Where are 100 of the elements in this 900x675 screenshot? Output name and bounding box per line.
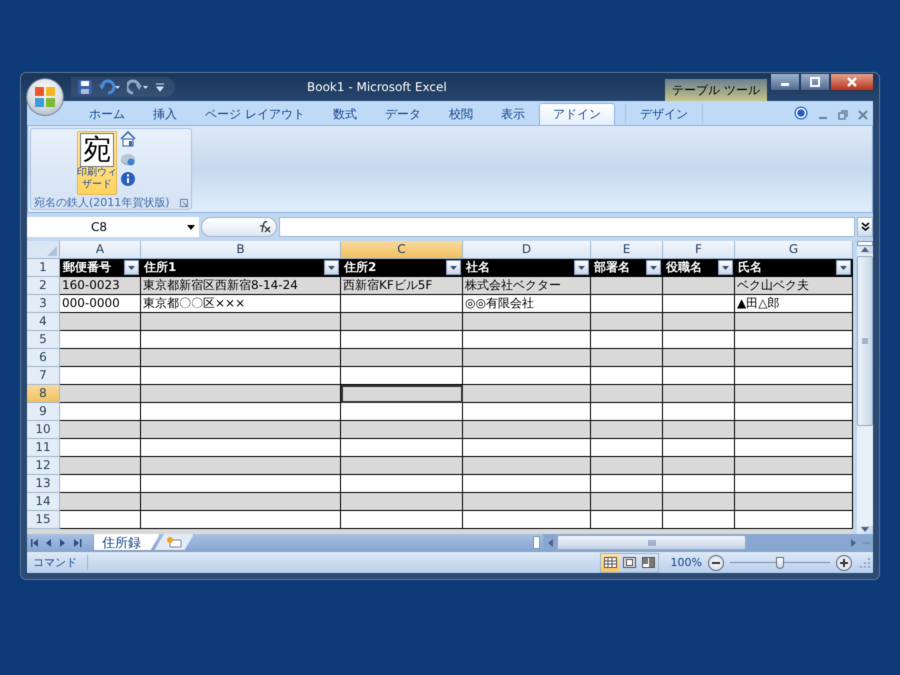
customize-caret-icon[interactable]: [155, 82, 165, 92]
split-handle[interactable]: [533, 536, 540, 549]
column-header[interactable]: G: [735, 241, 853, 259]
table-cell: 東京都〇〇区×××: [141, 295, 341, 313]
table-cell: [591, 439, 663, 457]
row-header[interactable]: 7: [27, 367, 60, 385]
grip-icon: [862, 338, 868, 344]
table-cell: [591, 511, 663, 529]
dialog-launcher-icon[interactable]: [180, 198, 188, 206]
save-icon[interactable]: [77, 79, 93, 95]
filter-dropdown-button[interactable]: [574, 260, 589, 275]
row-header[interactable]: 6: [27, 349, 60, 367]
redo-icon[interactable]: [127, 79, 149, 95]
formula-input[interactable]: [279, 217, 855, 237]
office-button[interactable]: [27, 79, 63, 115]
filter-dropdown-button[interactable]: [718, 260, 733, 275]
filter-dropdown-button[interactable]: [646, 260, 661, 275]
caret-icon: [722, 266, 729, 270]
insert-function-button[interactable]: [201, 217, 277, 237]
table-cell: ベク山ベク夫: [735, 277, 853, 295]
help-icon[interactable]: [794, 106, 808, 120]
up-arrow-icon: [861, 247, 869, 252]
table-cell: [663, 475, 735, 493]
column-header[interactable]: B: [141, 241, 341, 259]
grip-icon: [648, 540, 656, 546]
restore-icon[interactable]: [838, 110, 848, 120]
ribbon-tab[interactable]: データ: [370, 103, 435, 125]
table-cell: [663, 331, 735, 349]
row-header[interactable]: 3: [27, 295, 60, 313]
zoom-in-button[interactable]: [836, 554, 852, 570]
row-header[interactable]: 15: [27, 511, 60, 529]
ribbon-tab[interactable]: アドイン: [538, 103, 615, 125]
table-cell: ▲田△郎: [735, 295, 853, 313]
minimize-button[interactable]: [770, 73, 800, 91]
table-cell: [591, 403, 663, 421]
zoom-slider-thumb[interactable]: [776, 556, 784, 568]
close-icon[interactable]: [858, 110, 868, 120]
zoom-out-button[interactable]: [708, 554, 724, 570]
name-box[interactable]: C8: [27, 217, 199, 237]
row-header[interactable]: 4: [27, 313, 60, 331]
table-header-cell: 氏名: [738, 259, 762, 276]
column-header[interactable]: A: [60, 241, 141, 259]
resize-grip-icon[interactable]: [860, 558, 870, 568]
window-title: Book1 - Microsoft Excel: [307, 80, 447, 94]
row-header[interactable]: 10: [27, 421, 60, 439]
dropdown-caret-icon[interactable]: [187, 224, 195, 230]
table-cell: [663, 313, 735, 331]
column-header[interactable]: E: [591, 241, 663, 259]
row-header[interactable]: 11: [27, 439, 60, 457]
close-button[interactable]: [830, 73, 874, 91]
row-header[interactable]: 8: [27, 385, 60, 403]
table-cell: 株式会社ベクター: [463, 277, 591, 295]
ribbon-tab[interactable]: ページ レイアウト: [191, 103, 319, 125]
row-header[interactable]: 1: [27, 259, 60, 277]
ribbon-tab[interactable]: 表示: [486, 103, 539, 125]
contextual-tab-group-label: テーブル ツール: [665, 79, 767, 101]
new-sheet-icon: [165, 536, 183, 548]
filter-dropdown-button[interactable]: [446, 260, 461, 275]
ribbon-tab[interactable]: 挿入: [139, 103, 191, 125]
house-icon[interactable]: [120, 131, 136, 147]
table-cell: [591, 421, 663, 439]
table-header-cell: 住所1: [144, 259, 176, 276]
filter-dropdown-button[interactable]: [324, 260, 339, 275]
row-header[interactable]: 13: [27, 475, 60, 493]
row-header[interactable]: 14: [27, 493, 60, 511]
split-handle[interactable]: [857, 241, 873, 246]
row-header[interactable]: 12: [27, 457, 60, 475]
filter-dropdown-button[interactable]: [124, 260, 139, 275]
column-header[interactable]: F: [663, 241, 735, 259]
ribbon-tab[interactable]: 数式: [318, 103, 371, 125]
column-header[interactable]: D: [463, 241, 591, 259]
vertical-scroll-thumb[interactable]: [857, 256, 873, 426]
maximize-button[interactable]: [800, 73, 830, 91]
undo-icon[interactable]: [99, 79, 121, 95]
ribbon-tab[interactable]: 校閲: [434, 103, 487, 125]
normal-view-button[interactable]: [600, 554, 620, 572]
cd-icon[interactable]: [120, 151, 136, 167]
grid-icon: [604, 557, 617, 568]
table-cell: [663, 295, 735, 313]
sheet-tab[interactable]: 住所録: [93, 534, 160, 551]
horizontal-scroll-thumb[interactable]: [557, 535, 746, 550]
table-header-cell: 住所2: [344, 259, 376, 276]
table-cell: [591, 385, 663, 403]
print-wizard-button[interactable]: 宛 印刷ウィザード: [77, 131, 117, 195]
row-header[interactable]: 9: [27, 403, 60, 421]
left-arrow-icon: [548, 538, 552, 546]
ribbon-tab[interactable]: ホーム: [75, 103, 139, 125]
table-cell: ◎◎有限会社: [463, 295, 591, 313]
info-icon[interactable]: [120, 171, 136, 187]
column-header[interactable]: C: [341, 241, 463, 259]
table-cell: 000-0000: [60, 295, 141, 313]
table-cell: [663, 457, 735, 475]
maximize-icon: [810, 77, 820, 87]
row-header[interactable]: 5: [27, 331, 60, 349]
expand-formula-bar-button[interactable]: [857, 217, 873, 237]
insert-sheet-button[interactable]: [154, 534, 194, 551]
table-header-cell: 役職名: [666, 259, 702, 276]
group-title: 宛名の鉄人(2011年賀状版): [34, 195, 170, 210]
row-header[interactable]: 2: [27, 277, 60, 295]
filter-dropdown-button[interactable]: [836, 260, 851, 275]
